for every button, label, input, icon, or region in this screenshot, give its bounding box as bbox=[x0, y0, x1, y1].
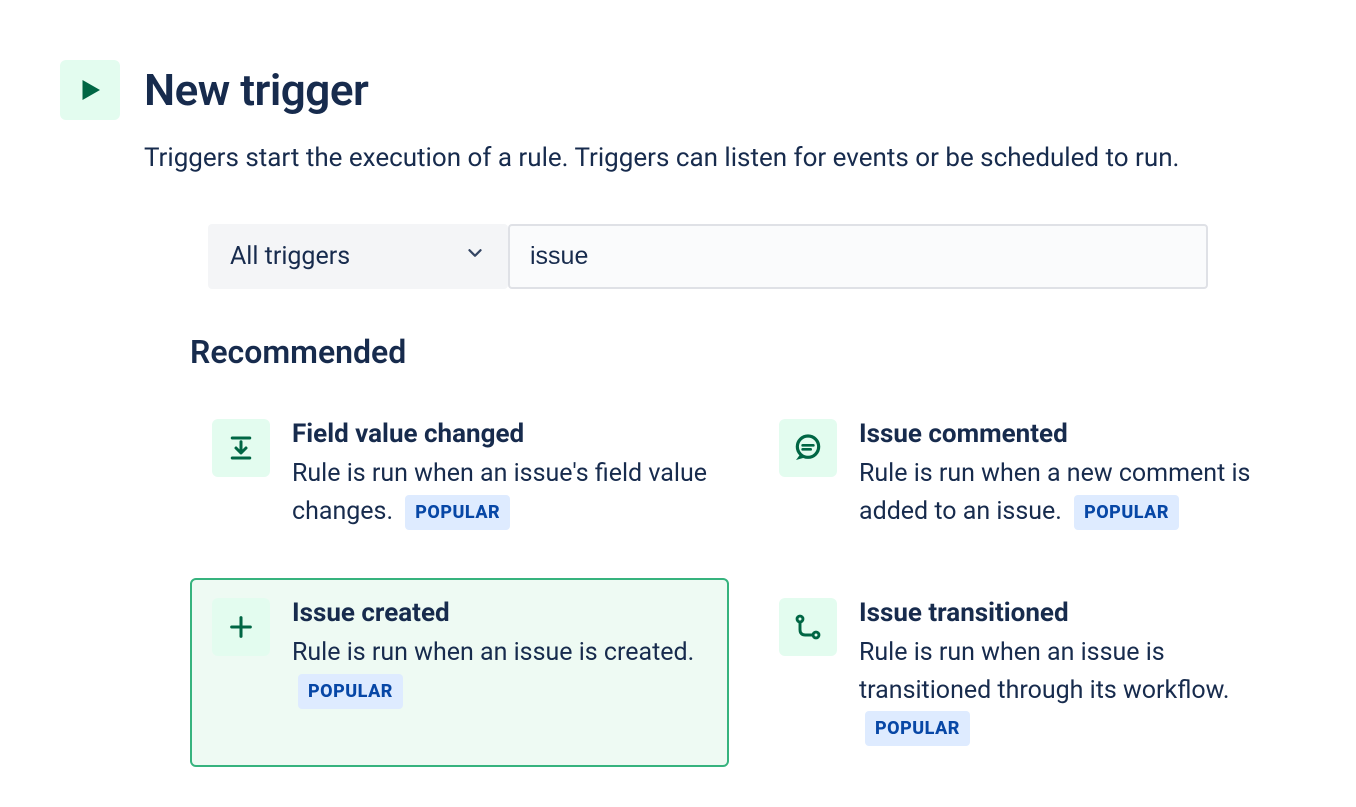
transition-icon bbox=[779, 598, 837, 656]
dropdown-label: All triggers bbox=[230, 242, 350, 271]
trigger-card-issue-created[interactable]: Issue created Rule is run when an issue … bbox=[190, 578, 729, 767]
trigger-search-input[interactable] bbox=[508, 224, 1208, 289]
card-description: Rule is run when an issue is transitione… bbox=[859, 634, 1274, 747]
plus-icon bbox=[212, 598, 270, 656]
card-title: Field value changed bbox=[292, 419, 707, 449]
chevron-down-icon bbox=[464, 242, 486, 271]
card-title: Issue commented bbox=[859, 419, 1274, 449]
card-description: Rule is run when a new comment is added … bbox=[859, 455, 1274, 530]
card-description: Rule is run when an issue's field value … bbox=[292, 455, 707, 530]
page-description: Triggers start the execution of a rule. … bbox=[144, 140, 1296, 176]
trigger-card-issue-commented[interactable]: Issue commented Rule is run when a new c… bbox=[757, 399, 1296, 550]
page-title: New trigger bbox=[144, 64, 368, 116]
play-icon bbox=[60, 60, 120, 120]
popular-badge: POPULAR bbox=[405, 495, 510, 530]
section-title-recommended: Recommended bbox=[190, 333, 1296, 371]
card-title: Issue created bbox=[292, 598, 707, 628]
trigger-card-field-value-changed[interactable]: Field value changed Rule is run when an … bbox=[190, 399, 729, 550]
trigger-card-issue-transitioned[interactable]: Issue transitioned Rule is run when an i… bbox=[757, 578, 1296, 767]
trigger-category-dropdown[interactable]: All triggers bbox=[208, 224, 508, 289]
download-icon bbox=[212, 419, 270, 477]
comment-icon bbox=[779, 419, 837, 477]
card-description: Rule is run when an issue is created. PO… bbox=[292, 634, 707, 709]
card-title: Issue transitioned bbox=[859, 598, 1274, 628]
trigger-card-grid: Field value changed Rule is run when an … bbox=[190, 399, 1296, 767]
popular-badge: POPULAR bbox=[298, 674, 403, 709]
popular-badge: POPULAR bbox=[1074, 495, 1179, 530]
popular-badge: POPULAR bbox=[865, 711, 970, 746]
